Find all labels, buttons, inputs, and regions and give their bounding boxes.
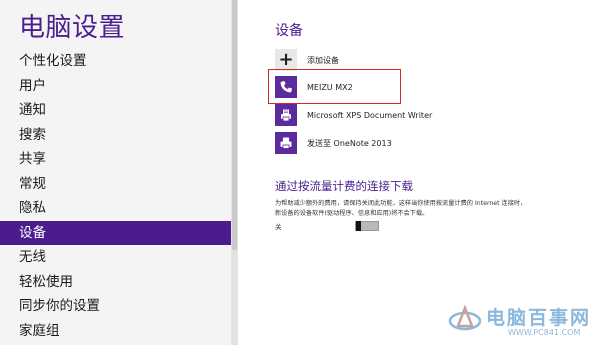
nav-item-general[interactable]: 常规 [0,172,231,197]
nav-item-sync-settings[interactable]: 同步你的设置 [0,294,231,319]
add-device-label: 添加设备 [307,55,339,65]
device-name: 发送至 OneNote 2013 [307,138,392,148]
watermark-url: WWW.PC841.COM [508,328,581,337]
pc-settings-window: 电脑设置 个性化设置 用户 通知 搜索 共享 常规 隐私 设备 无线 轻松使用 … [0,0,600,345]
watermark: 电脑百事网 WWW.PC841.COM [448,300,598,342]
nav-item-personalize[interactable]: 个性化设置 [0,49,231,74]
scrollbar-thumb[interactable] [232,0,237,250]
settings-nav: 个性化设置 用户 通知 搜索 共享 常规 隐私 设备 无线 轻松使用 同步你的设… [0,49,231,343]
devices-section-title: 设备 [275,23,303,39]
toggle-knob [356,221,361,231]
watermark-logo [448,304,482,331]
device-item-onenote[interactable]: 发送至 OneNote 2013 [275,130,392,156]
document-printer-icon [275,104,297,126]
metered-download-toggle[interactable] [355,221,379,231]
nav-item-share[interactable]: 共享 [0,147,231,172]
metered-download-title: 通过按流量计费的连接下载 [275,179,413,193]
nav-item-notifications[interactable]: 通知 [0,98,231,123]
nav-item-ease-of-access[interactable]: 轻松使用 [0,270,231,295]
metered-download-description: 为帮助减少额外的费用，请保持关闭此功能，这样当你使用按流量计费的 Interne… [275,200,527,217]
page-title: 电脑设置 [19,13,126,43]
watermark-name: 电脑百事网 [486,307,592,329]
nav-item-homegroup[interactable]: 家庭组 [0,319,231,344]
highlight-annotation [268,69,401,104]
toggle-state-label: 关 [275,223,282,231]
device-item-xps-writer[interactable]: Microsoft XPS Document Writer [275,102,432,128]
nav-item-devices[interactable]: 设备 [0,220,231,245]
device-name: Microsoft XPS Document Writer [307,110,433,120]
nav-item-wireless[interactable]: 无线 [0,245,231,270]
printer-icon [275,132,297,154]
sidebar-scrollbar[interactable] [231,0,238,345]
nav-item-search[interactable]: 搜索 [0,123,231,148]
plus-icon: + [275,49,297,71]
nav-item-users[interactable]: 用户 [0,74,231,99]
nav-item-privacy[interactable]: 隐私 [0,196,231,221]
settings-sidebar: 电脑设置 个性化设置 用户 通知 搜索 共享 常规 隐私 设备 无线 轻松使用 … [0,0,231,345]
